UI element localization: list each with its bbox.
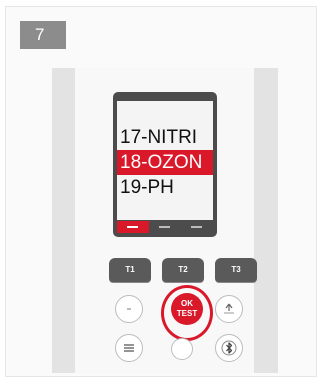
up-arrow-key[interactable] <box>215 295 243 323</box>
device-display: 17-NITRI 18-OZON 19-PH <box>113 92 217 237</box>
t2-key[interactable]: T2 <box>162 258 204 282</box>
t1-key[interactable]: T1 <box>109 258 151 282</box>
up-arrow-icon <box>216 296 242 322</box>
softkey-indicator-bar <box>117 221 213 233</box>
menu-item-ph[interactable]: 19-PH <box>117 175 213 200</box>
highlight-ring <box>161 285 213 341</box>
step-number-badge: 7 <box>20 21 66 49</box>
menu-item-ozon-selected[interactable]: 18-OZON <box>117 150 213 175</box>
minus-key[interactable] <box>115 295 143 323</box>
softkey-indicator-2 <box>149 221 181 233</box>
bluetooth-icon <box>216 335 242 361</box>
bluetooth-key[interactable] <box>215 334 243 362</box>
softkey-indicator-3 <box>181 221 213 233</box>
menu-item-nitri[interactable]: 17-NITRI <box>117 125 213 150</box>
menu-key[interactable] <box>115 334 143 362</box>
softkey-indicator-1 <box>117 221 149 233</box>
display-menu: 17-NITRI 18-OZON 19-PH <box>117 101 213 220</box>
t3-key[interactable]: T3 <box>215 258 257 282</box>
menu-lines-icon <box>116 335 142 361</box>
device-body: 17-NITRI 18-OZON 19-PH T1 T2 T3 OK TEST <box>75 68 257 373</box>
power-indicator <box>171 338 193 360</box>
photometer-device: 17-NITRI 18-OZON 19-PH T1 T2 T3 OK TEST <box>52 68 278 373</box>
minus-icon <box>116 296 142 322</box>
